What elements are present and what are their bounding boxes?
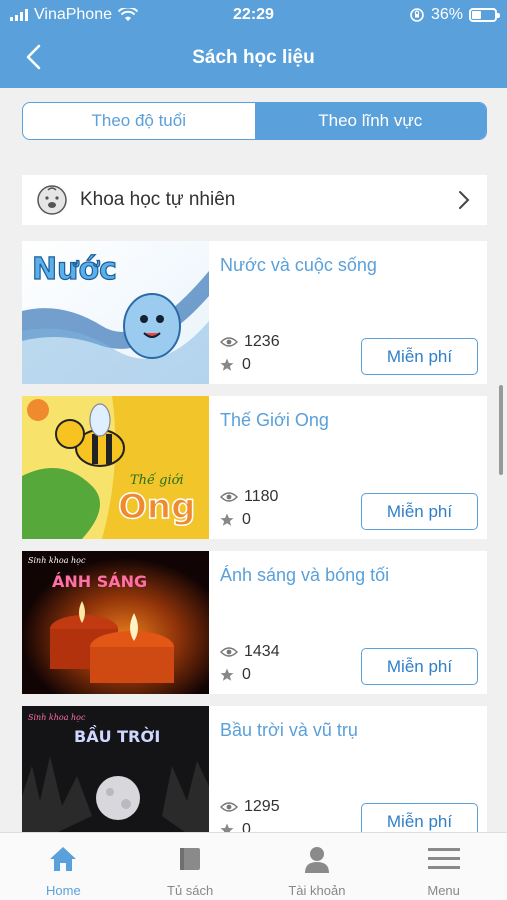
cover-title: Ong	[118, 487, 195, 527]
book-title: Nước và cuộc sống	[220, 255, 377, 275]
cover-subtitle: Sinh khoa học	[28, 713, 86, 722]
cover-title: BẦU TRỜI	[74, 725, 160, 746]
eye-icon	[220, 802, 238, 812]
eye-icon	[220, 647, 238, 657]
tab-age[interactable]: Theo độ tuổi	[23, 103, 255, 139]
book-cover-bees: Thế giới Ong	[22, 396, 209, 539]
cover-title: Nước	[32, 252, 117, 287]
tab-label: Tài khoản	[288, 883, 346, 898]
status-bar: VinaPhone 22:29 36%	[0, 0, 507, 30]
eye-icon	[220, 337, 238, 347]
view-count: 1295	[220, 798, 280, 816]
tab-label: Home	[46, 883, 81, 898]
view-count-value: 1434	[244, 643, 280, 660]
view-count: 1236	[220, 333, 280, 351]
view-count: 1180	[220, 488, 278, 506]
battery-percent: 36%	[430, 6, 463, 23]
menu-icon	[427, 848, 460, 869]
book-cover-candles: Sinh khoa học ÁNH SÁNG	[22, 551, 209, 694]
star-icon	[220, 358, 234, 371]
book-card[interactable]: Sinh khoa học ÁNH SÁNG Ánh sáng và bóng …	[22, 551, 487, 694]
star-count: 0	[220, 666, 251, 684]
app-header: VinaPhone 22:29 36% Sách học liệu	[0, 0, 507, 88]
free-button[interactable]: Miễn phí	[361, 648, 478, 685]
filter-segmented-control: Theo độ tuổi Theo lĩnh vực	[22, 102, 487, 140]
cover-title: ÁNH SÁNG	[52, 572, 147, 591]
star-icon	[220, 668, 234, 681]
scrollbar[interactable]	[499, 385, 503, 475]
star-count: 0	[220, 356, 251, 374]
tab-label: Menu	[427, 883, 460, 898]
view-count-value: 1295	[244, 798, 280, 815]
view-count-value: 1236	[244, 333, 280, 350]
book-card[interactable]: Thế giới Ong Thế Giới Ong 1180 0 Miễn ph…	[22, 396, 487, 539]
battery-icon	[469, 8, 500, 22]
star-count-value: 0	[242, 356, 251, 373]
baby-face-icon	[37, 185, 67, 215]
book-cover-water: Nước	[22, 241, 209, 384]
category-row[interactable]: Khoa học tự nhiên	[22, 175, 487, 225]
view-count: 1434	[220, 643, 280, 661]
tab-bookshelf[interactable]: Tủ sách	[127, 833, 254, 900]
tab-field[interactable]: Theo lĩnh vực	[254, 103, 486, 139]
star-count-value: 0	[242, 666, 251, 683]
star-count: 0	[220, 511, 251, 529]
cover-subtitle: Sinh khoa học	[28, 556, 86, 565]
free-button[interactable]: Miễn phí	[361, 338, 478, 375]
star-count-value: 0	[242, 511, 251, 528]
status-right: 36%	[409, 6, 500, 24]
free-button[interactable]: Miễn phí	[361, 493, 478, 530]
home-icon	[50, 847, 77, 871]
cover-subtitle: Thế giới	[130, 472, 184, 488]
user-icon	[304, 847, 329, 873]
eye-icon	[220, 492, 238, 502]
tab-label: Tủ sách	[167, 883, 214, 898]
chevron-right-icon	[459, 191, 470, 209]
bottom-tab-bar: Home Tủ sách Tài khoản Menu	[0, 832, 507, 900]
page-title: Sách học liệu	[192, 47, 315, 68]
star-icon	[220, 513, 234, 526]
tab-menu[interactable]: Menu	[380, 833, 507, 900]
book-icon	[180, 848, 201, 870]
book-card[interactable]: Nước Nước và cuộc sống 1236 0 Miễn phí	[22, 241, 487, 384]
tab-home[interactable]: Home	[0, 833, 127, 900]
book-card[interactable]: Sinh khoa học BẦU TRỜI Bầu trời và vũ tr…	[22, 706, 487, 849]
tab-account[interactable]: Tài khoản	[254, 833, 381, 900]
book-title: Thế Giới Ong	[220, 410, 329, 430]
book-cover-sky: Sinh khoa học BẦU TRỜI	[22, 706, 209, 849]
orientation-lock-icon	[410, 8, 424, 22]
book-title: Ánh sáng và bóng tối	[220, 565, 390, 585]
book-title: Bầu trời và vũ trụ	[220, 720, 358, 740]
category-label: Khoa học tự nhiên	[80, 189, 236, 210]
view-count-value: 1180	[244, 488, 279, 505]
